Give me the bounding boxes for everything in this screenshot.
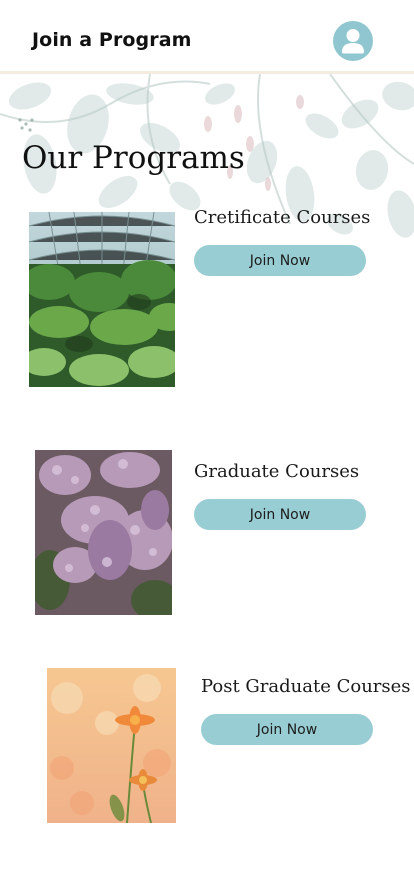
program-title-certificate: Cretificate Courses	[194, 207, 371, 228]
profile-avatar[interactable]	[333, 21, 373, 61]
join-now-button-post-graduate[interactable]: Join Now	[201, 714, 373, 745]
program-title-graduate: Graduate Courses	[194, 461, 360, 482]
user-icon	[342, 29, 364, 54]
join-now-button-certificate[interactable]: Join Now	[194, 245, 366, 276]
lilac-image	[35, 450, 172, 615]
join-now-button-graduate[interactable]: Join Now	[194, 499, 366, 530]
section-title: Our Programs	[22, 140, 245, 176]
page-title: Join a Program	[32, 29, 192, 51]
program-title-post-graduate: Post Graduate Courses	[201, 676, 411, 697]
greenhouse-image	[29, 212, 175, 387]
app-header: Join a Program	[0, 0, 414, 72]
orange-flowers-image	[47, 668, 176, 823]
